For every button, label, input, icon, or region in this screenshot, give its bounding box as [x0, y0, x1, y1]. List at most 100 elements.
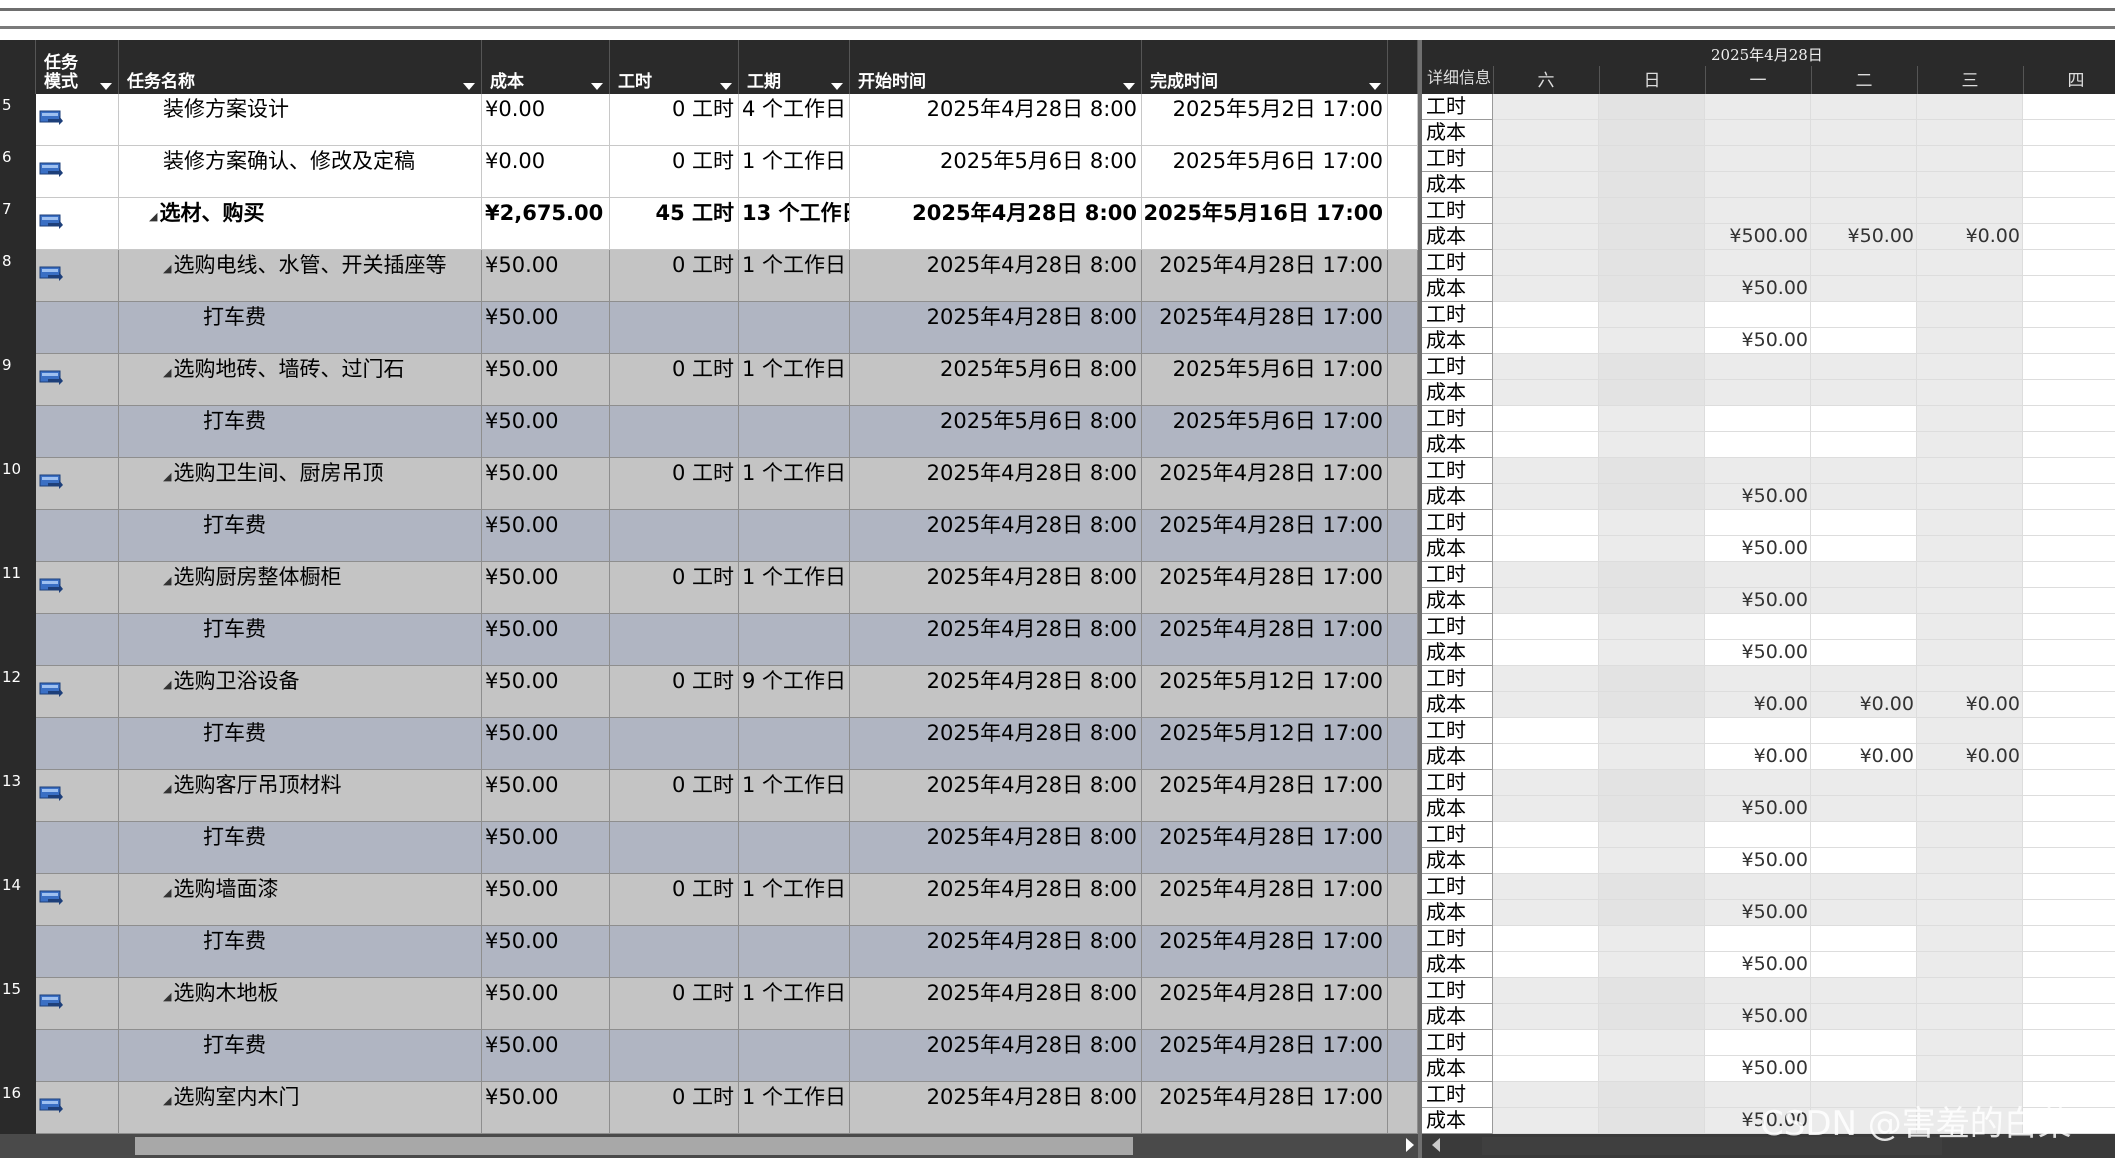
timescale-cell[interactable]: ¥500.00 — [1705, 224, 1811, 250]
add-column-cell[interactable] — [1388, 406, 1418, 458]
scroll-left-icon[interactable] — [1432, 1138, 1440, 1152]
duration-cell[interactable]: 1 个工作日 — [739, 1082, 850, 1134]
work-cell[interactable]: 0 工时 — [610, 770, 739, 822]
duration-cell[interactable]: 13 个工作日 — [739, 198, 850, 250]
timescale-cell[interactable] — [1599, 1082, 1705, 1108]
timescale-cell[interactable]: ¥50.00 — [1705, 952, 1811, 978]
timescale-cell[interactable] — [1493, 926, 1599, 952]
finish-cell[interactable]: 2025年4月28日 17:00 — [1142, 614, 1388, 666]
timescale-cell[interactable] — [1493, 744, 1599, 770]
timescale-cell[interactable] — [1917, 328, 2023, 354]
timescale-cell[interactable] — [2023, 640, 2115, 666]
finish-cell[interactable]: 2025年4月28日 17:00 — [1142, 562, 1388, 614]
duration-cell[interactable]: 1 个工作日 — [739, 250, 850, 302]
timescale-cell[interactable]: ¥0.00 — [1811, 692, 1917, 718]
timescale-cell[interactable] — [1917, 718, 2023, 744]
add-column-cell[interactable] — [1388, 510, 1418, 562]
timescale-cell[interactable] — [1917, 640, 2023, 666]
timescale-cell[interactable] — [1917, 198, 2023, 224]
header-task-mode[interactable]: 任务 模式 — [36, 40, 119, 94]
task-mode-cell[interactable] — [36, 94, 119, 146]
add-column-cell[interactable] — [1388, 146, 1418, 198]
duration-cell[interactable] — [739, 406, 850, 458]
cost-cell[interactable]: ¥50.00 — [482, 562, 610, 614]
timescale-cell[interactable] — [2023, 302, 2115, 328]
timescale-cell[interactable] — [1811, 250, 1917, 276]
start-cell[interactable]: 2025年4月28日 8:00 — [850, 978, 1142, 1030]
start-cell[interactable]: 2025年4月28日 8:00 — [850, 822, 1142, 874]
timescale-cell[interactable] — [1493, 952, 1599, 978]
task-mode-cell[interactable] — [36, 354, 119, 406]
task-name-cell[interactable]: 打车费 — [119, 510, 482, 562]
timescale-cell[interactable] — [1705, 120, 1811, 146]
timescale-cell[interactable] — [2023, 328, 2115, 354]
work-cell[interactable]: 0 工时 — [610, 562, 739, 614]
duration-cell[interactable]: 1 个工作日 — [739, 874, 850, 926]
timescale-cell[interactable] — [1599, 588, 1705, 614]
task-mode-cell[interactable] — [36, 978, 119, 1030]
timescale-cell[interactable] — [1917, 458, 2023, 484]
timescale-cell[interactable] — [1493, 588, 1599, 614]
duration-cell[interactable] — [739, 718, 850, 770]
timescale-cell[interactable] — [1811, 614, 1917, 640]
chevron-down-icon[interactable] — [100, 83, 112, 90]
timescale-cell[interactable] — [1599, 1108, 1705, 1134]
timescale-cell[interactable] — [1493, 510, 1599, 536]
header-finish[interactable]: 完成时间 — [1142, 40, 1388, 94]
add-column-cell[interactable] — [1388, 250, 1418, 302]
work-cell[interactable] — [610, 1030, 739, 1082]
task-name-cell[interactable]: 打车费 — [119, 718, 482, 770]
timescale-cell[interactable] — [1705, 380, 1811, 406]
timescale-cell[interactable] — [1599, 458, 1705, 484]
timescale-cell[interactable] — [1811, 796, 1917, 822]
cost-cell[interactable]: ¥50.00 — [482, 302, 610, 354]
timescale-cell[interactable] — [1811, 146, 1917, 172]
task-name-cell[interactable]: 打车费 — [119, 302, 482, 354]
task-mode-cell[interactable] — [36, 822, 119, 874]
timescale-cell[interactable] — [1493, 354, 1599, 380]
assignment-row[interactable]: 打车费 ¥50.00 2025年4月28日 8:00 2025年4月28日 17:00 — [0, 510, 1418, 562]
timescale-cell[interactable] — [2023, 432, 2115, 458]
start-cell[interactable]: 2025年4月28日 8:00 — [850, 458, 1142, 510]
timescale-cell[interactable] — [1705, 874, 1811, 900]
add-column-cell[interactable] — [1388, 978, 1418, 1030]
work-cell[interactable]: 0 工时 — [610, 1082, 739, 1134]
timescale-cell[interactable] — [1599, 536, 1705, 562]
header-work[interactable]: 工时 — [610, 40, 739, 94]
cost-cell[interactable]: ¥50.00 — [482, 874, 610, 926]
timescale-cell[interactable] — [1811, 276, 1917, 302]
duration-cell[interactable]: 1 个工作日 — [739, 354, 850, 406]
timescale-cell[interactable] — [2023, 614, 2115, 640]
timescale-cell[interactable] — [1917, 120, 2023, 146]
timescale-cell[interactable] — [1811, 94, 1917, 120]
timescale-cell[interactable] — [2023, 120, 2115, 146]
task-mode-cell[interactable] — [36, 874, 119, 926]
work-cell[interactable] — [610, 718, 739, 770]
timescale-cell[interactable] — [1917, 614, 2023, 640]
task-name-cell[interactable]: ◢选材、购买 — [119, 198, 482, 250]
timescale-cell[interactable] — [2023, 380, 2115, 406]
timescale-cell[interactable] — [1493, 406, 1599, 432]
timescale-cell[interactable]: ¥50.00 — [1705, 1056, 1811, 1082]
task-name-cell[interactable]: ◢选购墙面漆 — [119, 874, 482, 926]
timescale-cell[interactable] — [1811, 380, 1917, 406]
task-name-cell[interactable]: ◢选购室内木门 — [119, 1082, 482, 1134]
task-mode-cell[interactable] — [36, 302, 119, 354]
add-column-cell[interactable] — [1388, 198, 1418, 250]
timescale-cell[interactable] — [2023, 224, 2115, 250]
timescale-cell[interactable] — [1705, 250, 1811, 276]
timescale-cell[interactable] — [1493, 380, 1599, 406]
finish-cell[interactable]: 2025年5月12日 17:00 — [1142, 718, 1388, 770]
timescale-cell[interactable] — [1705, 1030, 1811, 1056]
timescale-cell[interactable] — [1599, 796, 1705, 822]
cost-cell[interactable]: ¥50.00 — [482, 458, 610, 510]
cost-cell[interactable]: ¥50.00 — [482, 822, 610, 874]
start-cell[interactable]: 2025年4月28日 8:00 — [850, 1082, 1142, 1134]
work-cell[interactable]: 0 工时 — [610, 458, 739, 510]
cost-cell[interactable]: ¥0.00 — [482, 146, 610, 198]
timescale-cell[interactable] — [1917, 536, 2023, 562]
timescale-cell[interactable] — [1599, 978, 1705, 1004]
duration-cell[interactable]: 9 个工作日 — [739, 666, 850, 718]
add-column-cell[interactable] — [1388, 874, 1418, 926]
collapse-triangle-icon[interactable]: ◢ — [163, 1094, 171, 1107]
